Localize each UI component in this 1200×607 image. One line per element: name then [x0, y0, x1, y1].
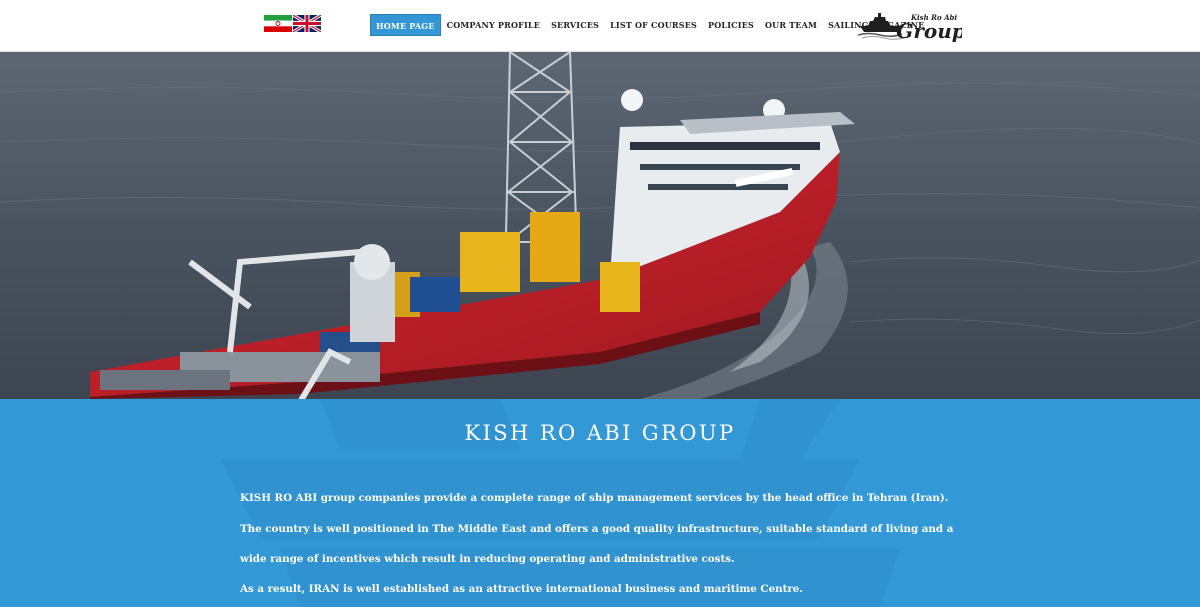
- about-text: KISH RO ABI group companies provide a co…: [240, 483, 970, 597]
- nav-company-profile[interactable]: COMPANY PROFILE: [442, 14, 545, 36]
- uk-flag-icon[interactable]: [293, 15, 321, 32]
- about-paragraph-2: As a result, IRAN is well established as…: [240, 582, 803, 595]
- nav-services[interactable]: SERVICES: [546, 14, 604, 36]
- nav-home-page[interactable]: HOME PAGE: [370, 14, 441, 36]
- about-title: KISH RO ABI GROUP: [464, 421, 736, 445]
- hero-image: [0, 52, 1200, 399]
- about-section: KISH RO ABI GROUP KISH RO ABI group comp…: [0, 399, 1200, 607]
- logo-line2: Group: [896, 19, 962, 42]
- nav-our-team[interactable]: OUR TEAM: [760, 14, 822, 36]
- site-header: HOME PAGE COMPANY PROFILE SERVICES LIST …: [0, 0, 1200, 52]
- about-paragraph-1: KISH RO ABI group companies provide a co…: [240, 492, 954, 565]
- nav-policies[interactable]: POLICIES: [703, 14, 759, 36]
- main-nav: HOME PAGE COMPANY PROFILE SERVICES LIST …: [370, 14, 930, 36]
- iran-flag-icon[interactable]: [264, 15, 292, 32]
- nav-list-of-courses[interactable]: LIST OF COURSES: [605, 14, 702, 36]
- company-logo[interactable]: Kish Ro Abi Group: [857, 10, 966, 43]
